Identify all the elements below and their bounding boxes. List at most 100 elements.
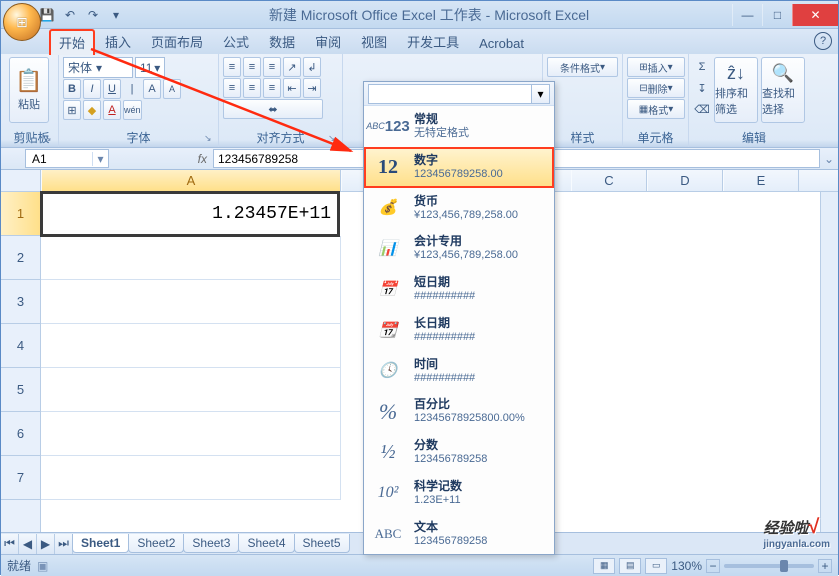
italic-button[interactable]: I <box>83 79 101 99</box>
nf-accounting[interactable]: 📊 会计专用¥123,456,789,258.00 <box>364 228 554 269</box>
sheet-nav-next[interactable]: ▶ <box>37 534 55 554</box>
find-select-button[interactable]: 🔍 查找和选择 <box>761 57 805 123</box>
clear-button[interactable]: ⌫ <box>693 99 711 119</box>
column-header-C[interactable]: C <box>571 170 647 191</box>
align-bottom[interactable]: ≡ <box>263 57 281 77</box>
nf-fraction[interactable]: ½ 分数123456789258 <box>364 432 554 473</box>
cell-A4[interactable] <box>41 324 341 368</box>
qat-more[interactable]: ▾ <box>106 5 126 25</box>
view-page-break[interactable]: ▭ <box>645 558 667 574</box>
vertical-scrollbar[interactable] <box>820 192 838 532</box>
row-header-3[interactable]: 3 <box>1 280 40 324</box>
macro-record-icon[interactable]: ▣ <box>37 559 48 573</box>
cell-A6[interactable] <box>41 412 341 456</box>
tab-acrobat[interactable]: Acrobat <box>469 32 534 54</box>
tab-home[interactable]: 开始 <box>49 29 95 55</box>
format-cells-button[interactable]: ▦ 格式▾ <box>627 99 685 119</box>
fill-color-button[interactable]: ◆ <box>83 100 101 120</box>
sheet-tab-1[interactable]: Sheet1 <box>72 534 129 553</box>
font-launcher[interactable]: ↘ <box>204 133 216 145</box>
phonetic-button[interactable]: wén <box>123 100 142 120</box>
qat-undo[interactable]: ↶ <box>60 5 80 25</box>
autosum-button[interactable]: Σ <box>693 57 711 77</box>
font-color-button[interactable]: A <box>103 100 121 120</box>
grow-font-button[interactable]: A <box>143 79 161 99</box>
align-left[interactable]: ≡ <box>223 78 241 98</box>
column-header-E[interactable]: E <box>723 170 799 191</box>
sheet-nav-first[interactable]: ⏮ <box>1 534 19 554</box>
row-header-4[interactable]: 4 <box>1 324 40 368</box>
row-header-7[interactable]: 7 <box>1 456 40 500</box>
clipboard-launcher[interactable]: ↘ <box>44 133 56 145</box>
tab-developer[interactable]: 开发工具 <box>397 28 469 54</box>
row-header-6[interactable]: 6 <box>1 412 40 456</box>
select-all-corner[interactable] <box>1 170 41 192</box>
column-header-D[interactable]: D <box>647 170 723 191</box>
nf-number[interactable]: 12 数字123456789258.00 <box>364 147 554 188</box>
sheet-tab-2[interactable]: Sheet2 <box>128 534 184 553</box>
wrap-text-button[interactable]: ↲ <box>303 57 321 77</box>
zoom-slider[interactable] <box>724 564 814 568</box>
sheet-tab-3[interactable]: Sheet3 <box>183 534 239 553</box>
align-top[interactable]: ≡ <box>223 57 241 77</box>
conditional-format-button[interactable]: 条件格式▾ <box>547 57 618 77</box>
tab-formulas[interactable]: 公式 <box>213 28 259 54</box>
view-page-layout[interactable]: ▤ <box>619 558 641 574</box>
row-header-2[interactable]: 2 <box>1 236 40 280</box>
nf-text[interactable]: ABC 文本123456789258 <box>364 514 554 555</box>
help-button[interactable]: ? <box>814 32 832 50</box>
row-header-5[interactable]: 5 <box>1 368 40 412</box>
paste-button[interactable]: 📋 粘贴 <box>9 57 49 123</box>
cell-A3[interactable] <box>41 280 341 324</box>
sheet-tab-4[interactable]: Sheet4 <box>238 534 294 553</box>
sort-filter-button[interactable]: ẑ↓ 排序和筛选 <box>714 57 758 123</box>
borders-button[interactable]: ⊞ <box>63 100 81 120</box>
font-name-combo[interactable]: 宋体▾ <box>63 57 133 78</box>
row-header-1[interactable]: 1 <box>1 192 40 236</box>
cell-A5[interactable] <box>41 368 341 412</box>
zoom-in[interactable]: + <box>818 559 832 573</box>
fill-button[interactable]: ↧ <box>693 78 711 98</box>
tab-review[interactable]: 审阅 <box>305 28 351 54</box>
number-format-dd[interactable]: ▾ <box>532 84 550 104</box>
nf-short-date[interactable]: 📅 短日期########## <box>364 269 554 310</box>
formula-expand[interactable]: ⌄ <box>820 152 838 166</box>
bold-button[interactable]: B <box>63 79 81 99</box>
merge-center-button[interactable]: ⬌ <box>223 99 323 119</box>
window-maximize[interactable]: □ <box>762 4 792 26</box>
view-normal[interactable]: ▦ <box>593 558 615 574</box>
cell-A1[interactable]: 1.23457E+11 <box>40 191 340 237</box>
nf-general[interactable]: ABC123 常规无特定格式 <box>364 106 554 147</box>
qat-redo[interactable]: ↷ <box>83 5 103 25</box>
number-format-current[interactable] <box>368 84 532 104</box>
sheet-nav-last[interactable]: ⏭ <box>55 534 73 554</box>
increase-indent[interactable]: ⇥ <box>303 78 321 98</box>
tab-data[interactable]: 数据 <box>259 28 305 54</box>
window-close[interactable]: ✕ <box>792 4 838 26</box>
sheet-tab-5[interactable]: Sheet5 <box>294 534 350 553</box>
fx-icon[interactable]: fx <box>198 152 207 166</box>
office-button[interactable]: ⊞ <box>3 3 41 41</box>
cell-A2[interactable] <box>41 236 341 280</box>
underline-button[interactable]: U <box>103 79 121 99</box>
sheet-nav-prev[interactable]: ◀ <box>19 534 37 554</box>
window-minimize[interactable]: — <box>732 4 762 26</box>
tab-view[interactable]: 视图 <box>351 28 397 54</box>
shrink-font-button[interactable]: A <box>163 79 181 99</box>
tab-insert[interactable]: 插入 <box>95 28 141 54</box>
zoom-out[interactable]: − <box>706 559 720 573</box>
delete-cells-button[interactable]: ⊟ 删除▾ <box>627 78 685 98</box>
insert-cells-button[interactable]: ⊞ 插入▾ <box>627 57 685 77</box>
nf-time[interactable]: 🕓 时间########## <box>364 351 554 392</box>
orientation-button[interactable]: ↗ <box>283 57 301 77</box>
align-middle[interactable]: ≡ <box>243 57 261 77</box>
nf-percentage[interactable]: % 百分比12345678925800.00% <box>364 391 554 432</box>
font-size-combo[interactable]: 11▾ <box>135 57 165 78</box>
align-center[interactable]: ≡ <box>243 78 261 98</box>
name-box[interactable]: A1▾ <box>25 149 109 168</box>
cell-A7[interactable] <box>41 456 341 500</box>
decrease-indent[interactable]: ⇤ <box>283 78 301 98</box>
alignment-launcher[interactable]: ↘ <box>328 133 340 145</box>
column-header-A[interactable]: A <box>41 170 341 191</box>
align-right[interactable]: ≡ <box>263 78 281 98</box>
